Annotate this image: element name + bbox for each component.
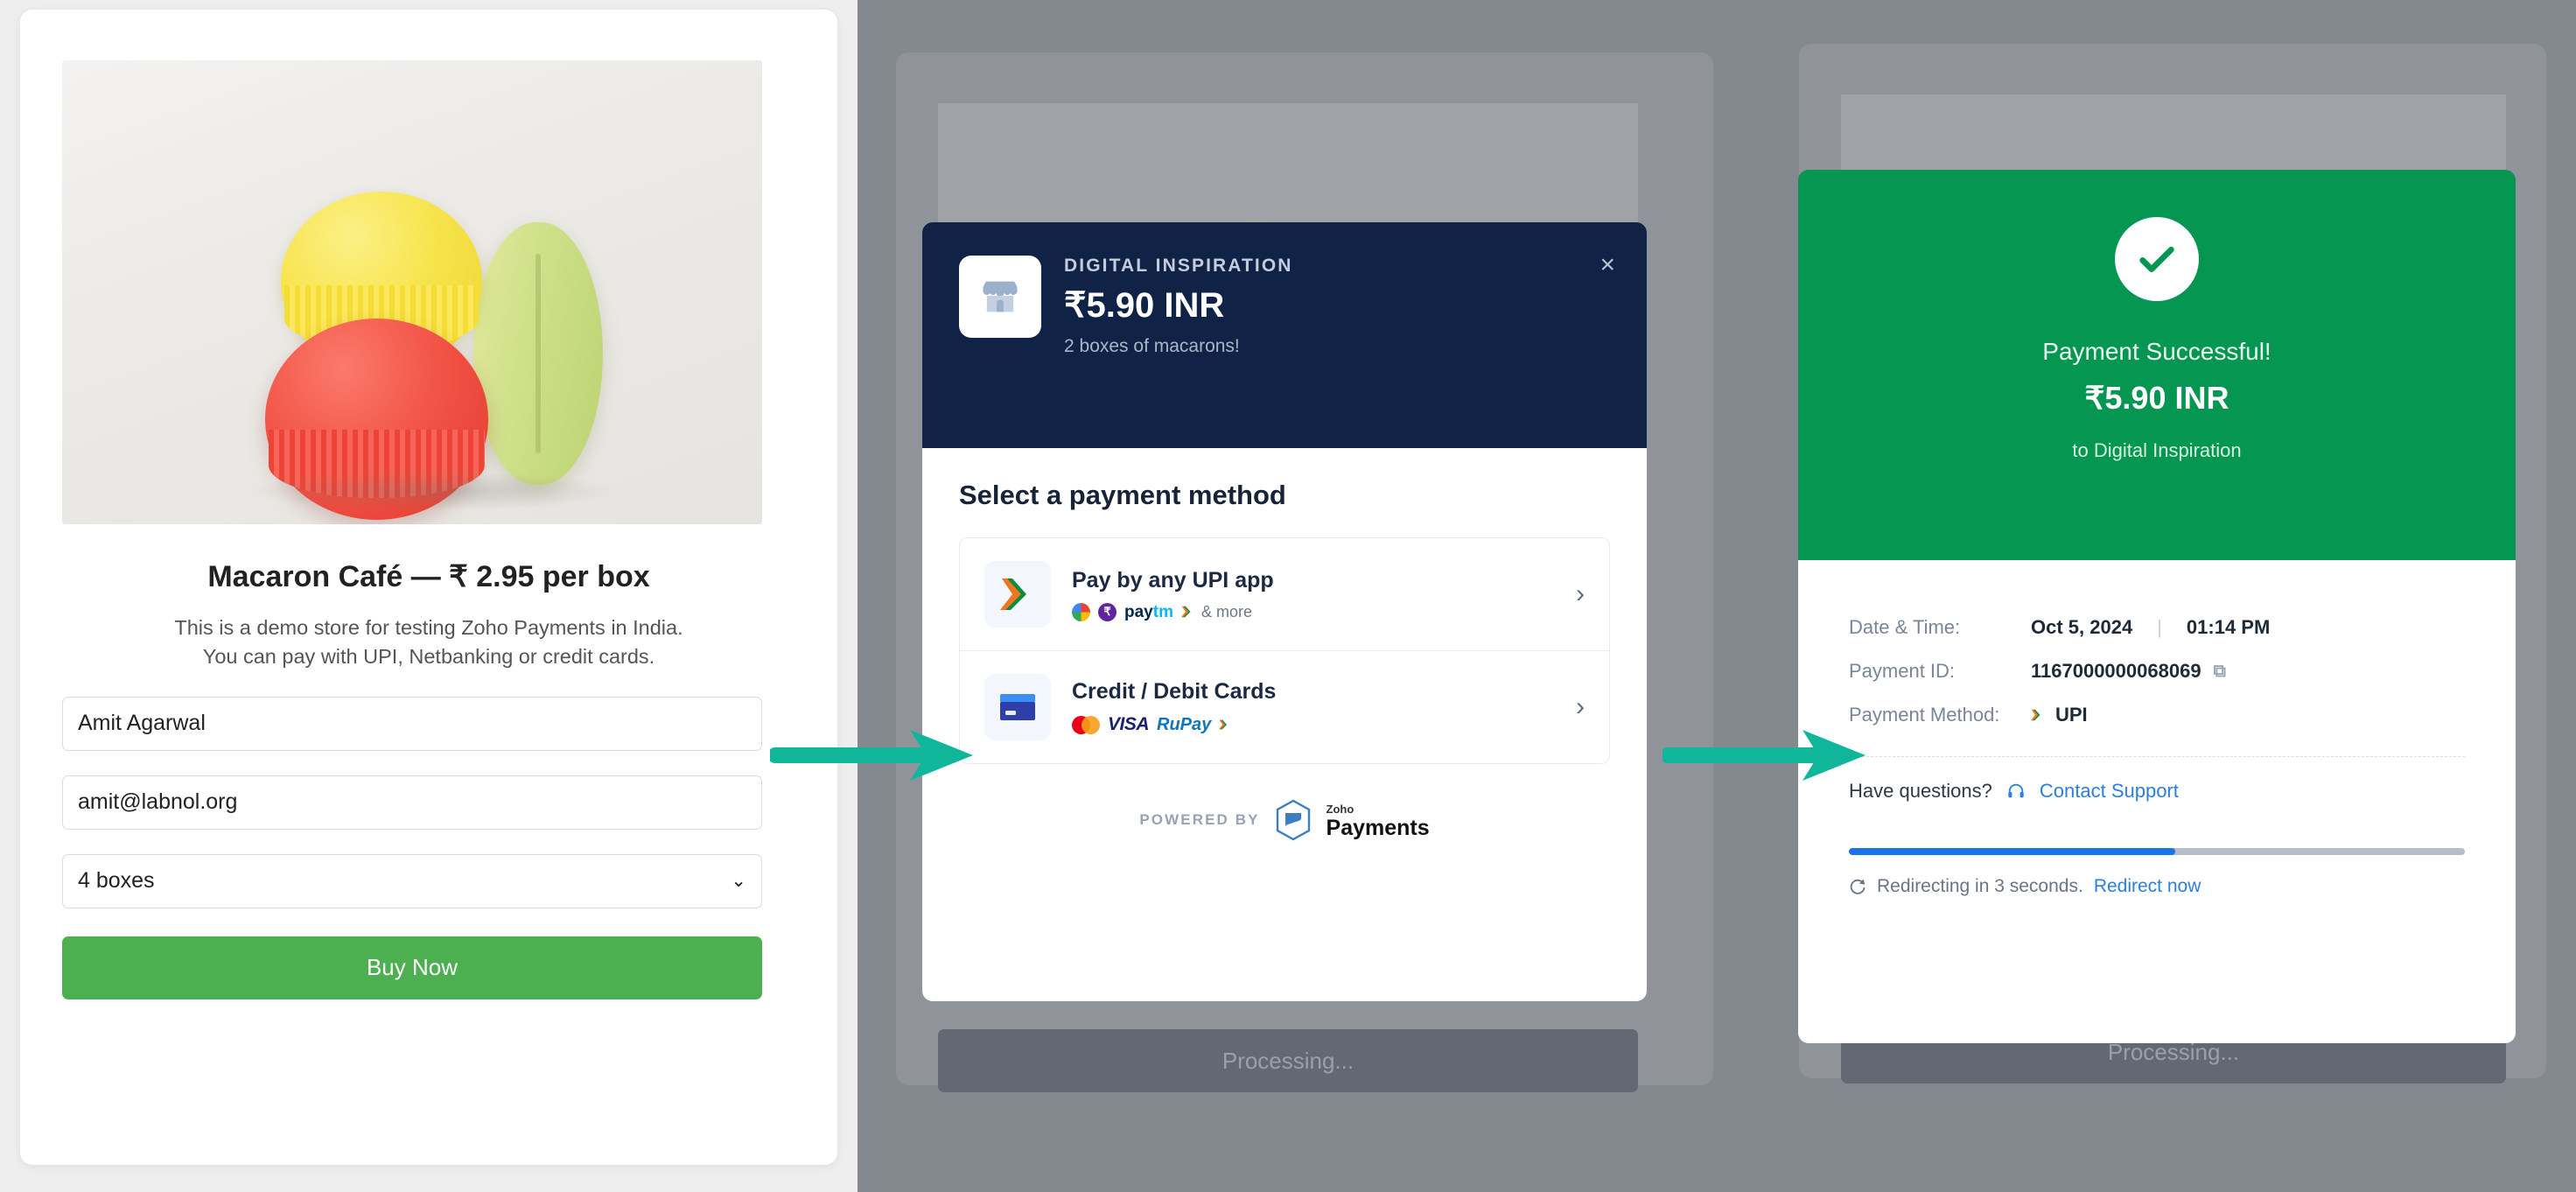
chevron-right-icon-2: › <box>1576 692 1585 721</box>
upi-brand-more: & more <box>1200 602 1253 621</box>
datetime-label: Date & Time: <box>1849 616 1961 638</box>
payment-method-list: Pay by any UPI app ₹ paytm & more › Cred… <box>959 537 1610 764</box>
success-title: Payment Successful! <box>2042 338 2272 365</box>
flow-arrow-2 <box>1662 730 1866 781</box>
payment-id-value: 1167000000068069 <box>2031 660 2202 682</box>
store-panel: Macaron Café — ₹ 2.95 per box This is a … <box>0 0 858 1192</box>
phonepe-icon: ₹ <box>1098 602 1116 621</box>
redirect-progress-fill <box>1849 848 2176 855</box>
powered-by-label: POWERED BY <box>1139 811 1260 828</box>
upi-text: Pay by any UPI app ₹ paytm & more <box>1072 568 1555 621</box>
time-value: 01:14 PM <box>2186 616 2271 638</box>
quantity-select-value: 4 boxes <box>78 868 155 894</box>
chevron-down-icon: ⌄ <box>731 871 746 892</box>
page-title: Macaron Café — ₹ 2.95 per box <box>207 560 650 593</box>
payment-method-value: UPI <box>2055 704 2088 726</box>
refresh-icon <box>1850 879 1866 894</box>
check-icon <box>2115 217 2199 301</box>
value-separator: | <box>2157 616 2162 638</box>
payment-method-upi[interactable]: Pay by any UPI app ₹ paytm & more › <box>960 538 1609 650</box>
detail-row-datetime: Date & Time: Oct 5, 2024 | 01:14 PM <box>1849 606 2465 649</box>
powered-by-zoho: POWERED BY Zoho Payments <box>959 799 1610 841</box>
photo-shadow <box>250 472 618 510</box>
name-field-value: Amit Agarwal <box>78 711 206 736</box>
rupay-arrow-icon <box>1219 719 1228 730</box>
upi-brands: ₹ paytm & more <box>1072 602 1555 621</box>
chevron-right-icon: › <box>1576 579 1585 608</box>
payments-word: Payments <box>1326 815 1430 840</box>
divider <box>1849 756 2465 757</box>
gpay-icon <box>1072 602 1090 621</box>
store-description-line2: You can pay with UPI, Netbanking or cred… <box>202 645 655 669</box>
checkout-amount: ₹5.90 INR <box>1064 286 1225 325</box>
payment-method-cards[interactable]: Credit / Debit Cards VISA RuPay › <box>960 650 1609 763</box>
success-amount: ₹5.90 INR <box>2084 380 2230 416</box>
screenshot-stage: Macaron Café — ₹ 2.95 per box This is a … <box>0 0 2576 1192</box>
email-field[interactable]: amit@labnol.org <box>62 775 762 830</box>
payment-id-label: Payment ID: <box>1849 660 1956 682</box>
date-value: Oct 5, 2024 <box>2031 616 2133 638</box>
cards-text: Credit / Debit Cards VISA RuPay <box>1072 679 1555 735</box>
flow-arrow-1 <box>770 730 973 781</box>
zoho-word: Zoho <box>1326 802 1354 816</box>
quantity-select[interactable]: 4 boxes ⌄ <box>62 853 762 908</box>
cards-label: Credit / Debit Cards <box>1072 679 1277 704</box>
redirect-text: Redirecting in 3 seconds. <box>1877 876 2083 896</box>
redirect-progress-bar <box>1849 848 2465 855</box>
buy-now-button[interactable]: Buy Now <box>62 936 762 999</box>
product-image <box>62 60 762 524</box>
success-header: Payment Successful! ₹5.90 INR to Digital… <box>1798 170 2516 560</box>
payment-method-title: Select a payment method <box>959 480 1286 510</box>
store-card: Macaron Café — ₹ 2.95 per box This is a … <box>20 10 837 1165</box>
rupay-logo: RuPay <box>1157 714 1212 734</box>
datetime-value: Oct 5, 2024 | 01:14 PM <box>2031 616 2270 639</box>
order-note: 2 boxes of macarons! <box>1064 336 1240 356</box>
cards-brands: VISA RuPay <box>1072 714 1555 735</box>
visa-logo: VISA <box>1108 714 1150 734</box>
upi-brand-icon <box>1180 606 1191 618</box>
checkout-modal-body: Select a payment method Pay by any UPI a… <box>922 448 1647 1001</box>
redirect-row: Redirecting in 3 seconds. Redirect now <box>1849 876 2465 897</box>
success-merchant: to Digital Inspiration <box>2072 439 2242 461</box>
close-icon[interactable]: × <box>1600 252 1615 278</box>
payment-method-label: Payment Method: <box>1849 704 2000 726</box>
paytm-logo: paytm <box>1124 602 1173 621</box>
credit-card-icon <box>984 674 1051 740</box>
copy-icon[interactable]: ⧉ <box>2214 662 2226 682</box>
payment-id-value-wrap: 1167000000068069 ⧉ <box>2031 660 2226 683</box>
zoho-logo-icon <box>1276 799 1310 841</box>
name-field[interactable]: Amit Agarwal <box>62 696 762 751</box>
processing-button: Processing... <box>938 1029 1638 1092</box>
payment-method-value-wrap: UPI <box>2031 704 2088 726</box>
macaron-green <box>473 222 603 485</box>
redirect-now-link[interactable]: Redirect now <box>2094 876 2202 897</box>
mastercard-logo <box>1072 715 1100 734</box>
store-description: This is a demo store for testing Zoho Pa… <box>62 614 795 672</box>
merchant-name: DIGITAL INSPIRATION <box>1064 256 1293 276</box>
email-field-value: amit@labnol.org <box>78 789 238 815</box>
detail-row-payment-id: Payment ID: 1167000000068069 ⧉ <box>1849 649 2465 693</box>
success-details: Date & Time: Oct 5, 2024 | 01:14 PM Paym… <box>1798 560 2516 1043</box>
upi-label: Pay by any UPI app <box>1072 567 1274 592</box>
store-description-line1: This is a demo store for testing Zoho Pa… <box>174 616 683 639</box>
headset-icon <box>2008 783 2024 798</box>
upi-icon-small <box>2031 709 2040 721</box>
detail-row-payment-method: Payment Method: UPI <box>1849 693 2465 737</box>
contact-support-link[interactable]: Contact Support <box>2040 780 2179 803</box>
zoho-payments-wordmark: Zoho Payments <box>1326 802 1430 839</box>
support-row: Have questions? Contact Support <box>1849 780 2465 803</box>
store-logo-icon <box>959 256 1041 338</box>
upi-icon <box>984 561 1051 628</box>
